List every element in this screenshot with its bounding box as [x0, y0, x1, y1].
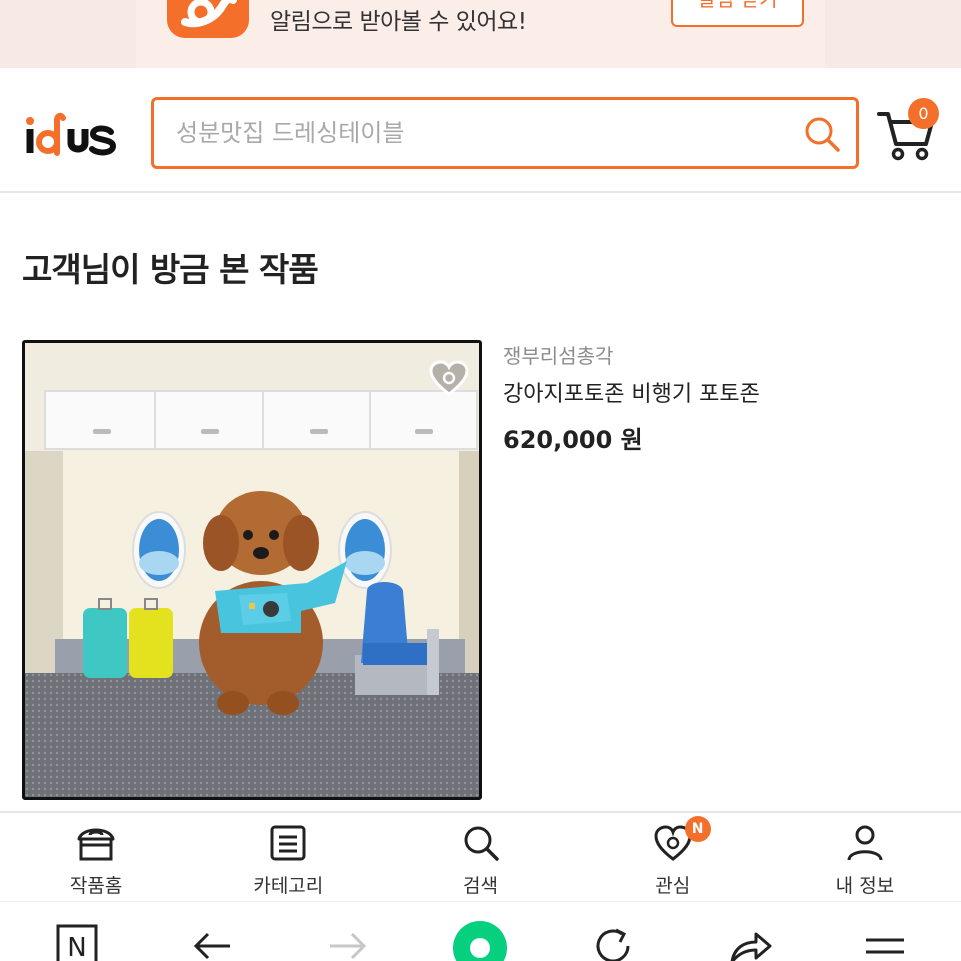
banner-edge-right	[825, 0, 961, 68]
idus-app-icon[interactable]	[167, 0, 249, 38]
search-input[interactable]	[176, 112, 776, 154]
search-icon[interactable]	[802, 114, 842, 154]
user-icon	[847, 825, 883, 861]
naver-home-letter: N	[67, 933, 86, 961]
tab-search[interactable]: 검색	[384, 813, 576, 901]
tab-label: 관심	[655, 875, 691, 897]
heart-icon[interactable]	[428, 360, 470, 398]
share-icon[interactable]	[728, 928, 772, 961]
tab-favorites[interactable]: N 관심	[577, 813, 769, 901]
tab-label: 내 정보	[835, 875, 895, 897]
product-image[interactable]	[22, 340, 482, 800]
app-install-banner: 알림으로 받아볼 수 있어요! 알림 받기	[0, 0, 961, 68]
tab-category[interactable]: 카테고리	[192, 813, 384, 901]
tab-label: 검색	[463, 875, 498, 897]
search-box	[151, 97, 859, 169]
cart-count-badge: 0	[908, 98, 939, 129]
product-price: 620,000 원	[503, 426, 643, 454]
idus-logo[interactable]	[25, 112, 130, 156]
banner-message: 알림으로 받아볼 수 있어요!	[270, 9, 527, 35]
back-icon[interactable]	[192, 930, 232, 961]
green-dot-icon[interactable]	[452, 920, 508, 961]
tab-label: 작품홈	[69, 875, 123, 897]
product-card[interactable]: 쟁부리섬총각 강아지포토존 비행기 포토존 620,000 원	[22, 340, 942, 800]
tab-shop-home[interactable]: 작품홈	[0, 813, 192, 901]
favorites-new-badge: N	[684, 816, 711, 842]
product-name[interactable]: 강아지포토존 비행기 포토존	[503, 376, 760, 408]
cart-button[interactable]: 0	[876, 98, 939, 164]
product-seller[interactable]: 쟁부리섬총각	[503, 340, 613, 369]
list-icon	[270, 825, 306, 861]
menu-icon[interactable]	[864, 936, 906, 961]
banner-notify-button[interactable]: 알림 받기	[671, 0, 804, 27]
naver-home-icon[interactable]: N	[56, 924, 98, 961]
banner-edge-left	[0, 0, 136, 68]
refresh-icon[interactable]	[594, 926, 634, 961]
bottom-tab-bar: 작품홈 카테고리 검색 N 관심 내 정보	[0, 811, 961, 901]
section-title: 고객님이 방금 본 작품	[22, 250, 319, 289]
search-icon	[464, 826, 499, 861]
tab-my-info[interactable]: 내 정보	[769, 813, 961, 901]
tab-label: 카테고리	[253, 875, 324, 897]
browser-toolbar: N	[0, 901, 961, 961]
site-header: 0	[0, 68, 961, 193]
forward-icon[interactable]	[328, 930, 368, 961]
shop-home-icon	[77, 828, 115, 861]
